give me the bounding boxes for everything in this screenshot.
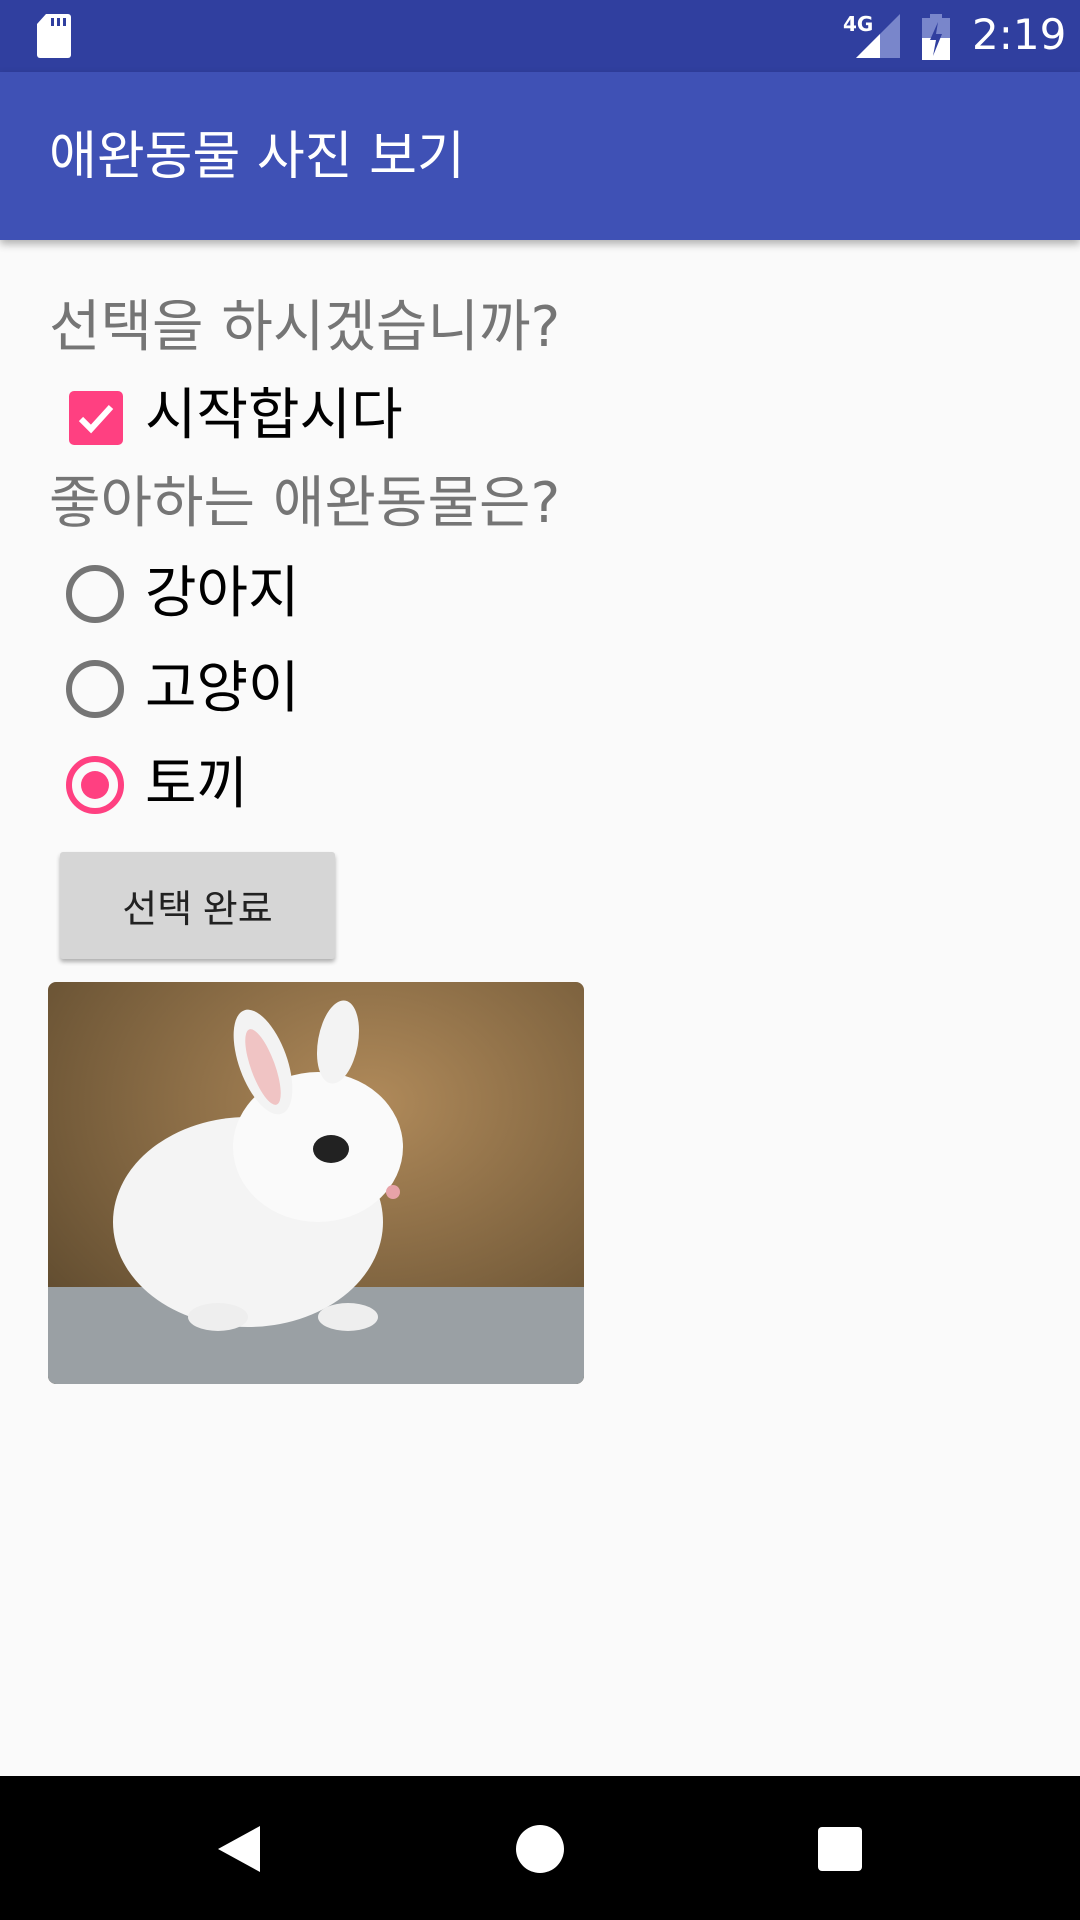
signal-icon xyxy=(856,14,900,58)
navigation-bar xyxy=(0,1776,1080,1920)
clock: 2:19 xyxy=(972,10,1067,59)
question-pet: 좋아하는 애완동물은? xyxy=(49,471,561,536)
home-icon[interactable] xyxy=(516,1825,564,1873)
radio-dog[interactable] xyxy=(66,565,124,623)
question-select: 선택을 하시겠습니까? xyxy=(49,295,561,360)
radio-cat[interactable] xyxy=(66,660,124,718)
radio-rabbit[interactable] xyxy=(66,756,124,814)
radio-label-cat: 고양이 xyxy=(145,656,300,721)
status-bar: 4G 2:19 xyxy=(0,0,1080,72)
rabbit-image xyxy=(48,982,584,1384)
radio-label-dog: 강아지 xyxy=(145,561,300,626)
battery-charging-icon xyxy=(922,14,950,60)
done-button[interactable]: 선택 완료 xyxy=(60,852,335,959)
checkbox-checked-icon xyxy=(69,391,123,445)
recents-icon[interactable] xyxy=(818,1827,862,1871)
back-icon[interactable] xyxy=(216,1824,262,1874)
page-title: 애완동물 사진 보기 xyxy=(49,127,465,187)
checkbox-label: 시작합시다 xyxy=(145,383,403,448)
radio-label-rabbit: 토끼 xyxy=(145,752,249,817)
sd-card-icon xyxy=(37,14,71,58)
